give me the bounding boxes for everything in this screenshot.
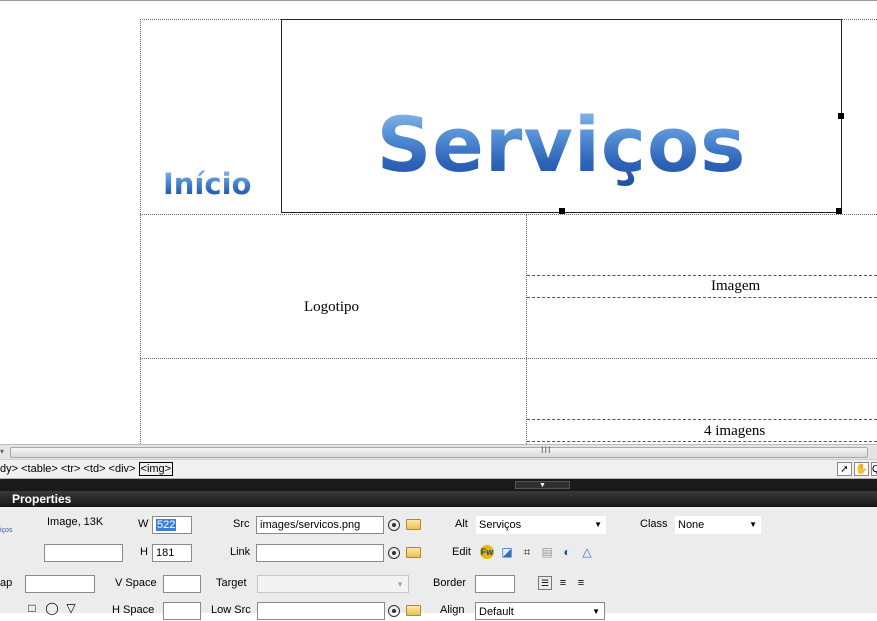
cell-4-imagens: 4 imagens: [704, 423, 766, 439]
align-right-icon[interactable]: ≡: [574, 576, 588, 590]
lowsrc-point-to-file-icon[interactable]: [388, 605, 400, 617]
table-border-left: [140, 19, 141, 444]
div-border-top-2: [527, 419, 877, 420]
view-tools: ➚ ✋ Q: [837, 462, 877, 476]
browse-folder-icon[interactable]: [406, 519, 421, 530]
src-field[interactable]: images/servicos.png: [256, 516, 384, 534]
hspace-field[interactable]: [163, 602, 201, 620]
border-label: Border: [433, 577, 467, 589]
align-value: Default: [479, 606, 514, 618]
lowsrc-browse-folder-icon[interactable]: [406, 605, 421, 616]
div-border-bottom-2: [527, 441, 877, 442]
collapse-panel-arrow-icon[interactable]: ▼: [515, 481, 570, 489]
scrollbar-thumb[interactable]: III: [10, 445, 868, 458]
link-field[interactable]: [256, 544, 384, 562]
alt-label: Alt: [455, 518, 468, 530]
class-label: Class: [640, 518, 668, 530]
inicio-heading[interactable]: Início: [163, 166, 251, 202]
hspace-label: H Space: [112, 604, 155, 616]
selected-image-servicos[interactable]: Serviços: [281, 19, 842, 213]
resize-handle-right[interactable]: [838, 113, 844, 119]
alt-select[interactable]: Serviços ▼: [476, 516, 606, 534]
link-point-to-file-icon[interactable]: [388, 547, 400, 559]
link-browse-folder-icon[interactable]: [406, 547, 421, 558]
tag-path-prefix[interactable]: dy> <table> <tr> <td> <div>: [0, 463, 135, 475]
target-dropdown-arrow-icon: ▼: [396, 580, 404, 589]
scrollbar-grip: III: [541, 445, 552, 455]
map-field[interactable]: [25, 575, 95, 593]
class-dropdown-arrow-icon: ▼: [749, 520, 757, 529]
lowsrc-label: Low Src: [211, 604, 251, 616]
crop-icon[interactable]: ⌗: [520, 545, 534, 559]
target-select[interactable]: ▼: [257, 575, 409, 593]
hand-tool-icon[interactable]: ✋: [854, 462, 869, 476]
element-info: Image, 13K: [47, 516, 104, 528]
tag-selector-bar: dy> <table> <tr> <td> <div> <img> ➚ ✋ Q: [0, 459, 877, 479]
align-dropdown-arrow-icon: ▼: [592, 607, 600, 616]
canvas-top-border: [0, 0, 877, 1]
horizontal-scrollbar[interactable]: ▾ III: [0, 444, 877, 459]
lowsrc-field[interactable]: [257, 602, 385, 620]
table-border-top-left: [140, 19, 281, 20]
link-label: Link: [230, 546, 251, 558]
row-divider-1: [140, 214, 877, 215]
width-value: 522: [156, 519, 177, 531]
target-label: Target: [216, 577, 247, 589]
src-label: Src: [233, 518, 250, 530]
row-divider-2: [140, 358, 877, 359]
h-label: H: [140, 546, 148, 558]
zoom-tool-icon[interactable]: Q: [871, 462, 877, 476]
table-border-top-right: [842, 19, 877, 20]
div-border-top: [527, 275, 877, 276]
brightness-contrast-icon[interactable]: ◐: [560, 545, 574, 559]
panel-splitter[interactable]: ▼: [0, 479, 877, 491]
class-select[interactable]: None ▼: [675, 516, 761, 534]
properties-panel-title[interactable]: Properties: [0, 491, 877, 507]
resize-handle-corner[interactable]: [836, 208, 842, 214]
scroll-left-arrow-icon[interactable]: ▾: [0, 447, 4, 456]
vspace-label: V Space: [115, 577, 157, 589]
border-field[interactable]: [475, 575, 515, 593]
width-field[interactable]: 522: [152, 516, 192, 534]
sharpen-icon[interactable]: △: [580, 545, 594, 559]
cell-logotipo: Logotipo: [304, 299, 359, 315]
selected-tag-img[interactable]: <img>: [138, 462, 174, 476]
design-canvas[interactable]: Início Serviços Logotipo Imagem 4 imagen…: [0, 0, 877, 444]
align-label: Align: [440, 604, 465, 616]
align-center-icon[interactable]: ≡: [556, 576, 570, 590]
alt-value: Serviços: [479, 519, 522, 531]
tag-path[interactable]: dy> <table> <tr> <td> <div> <img>: [0, 460, 174, 478]
edit-image-settings-icon[interactable]: ◪: [500, 545, 514, 559]
w-label: W: [138, 518, 149, 530]
align-select[interactable]: Default ▼: [475, 602, 605, 620]
column-divider: [526, 214, 527, 444]
fireworks-edit-icon[interactable]: Fw: [480, 545, 494, 559]
servicos-image-text: Serviços: [282, 100, 841, 190]
vspace-field[interactable]: [163, 575, 201, 593]
properties-panel: iços Image, 13K W 522 H 181 Src images/s…: [0, 507, 877, 620]
point-to-file-icon[interactable]: [388, 519, 400, 531]
element-id-stub: iços: [0, 527, 13, 534]
cell-imagem: Imagem: [711, 278, 761, 294]
image-id-field[interactable]: [44, 544, 123, 562]
resize-handle-bottom[interactable]: [559, 208, 565, 214]
height-field[interactable]: 181: [152, 544, 192, 562]
align-left-icon[interactable]: ☰: [538, 576, 552, 590]
resample-icon[interactable]: ▤: [540, 545, 554, 559]
alt-dropdown-arrow-icon: ▼: [594, 520, 602, 529]
pointer-tool-icon[interactable]: ➚: [837, 462, 852, 476]
map-label: ap: [0, 577, 13, 589]
class-value: None: [678, 519, 705, 531]
edit-label: Edit: [452, 546, 471, 558]
div-border-bottom: [527, 297, 877, 298]
